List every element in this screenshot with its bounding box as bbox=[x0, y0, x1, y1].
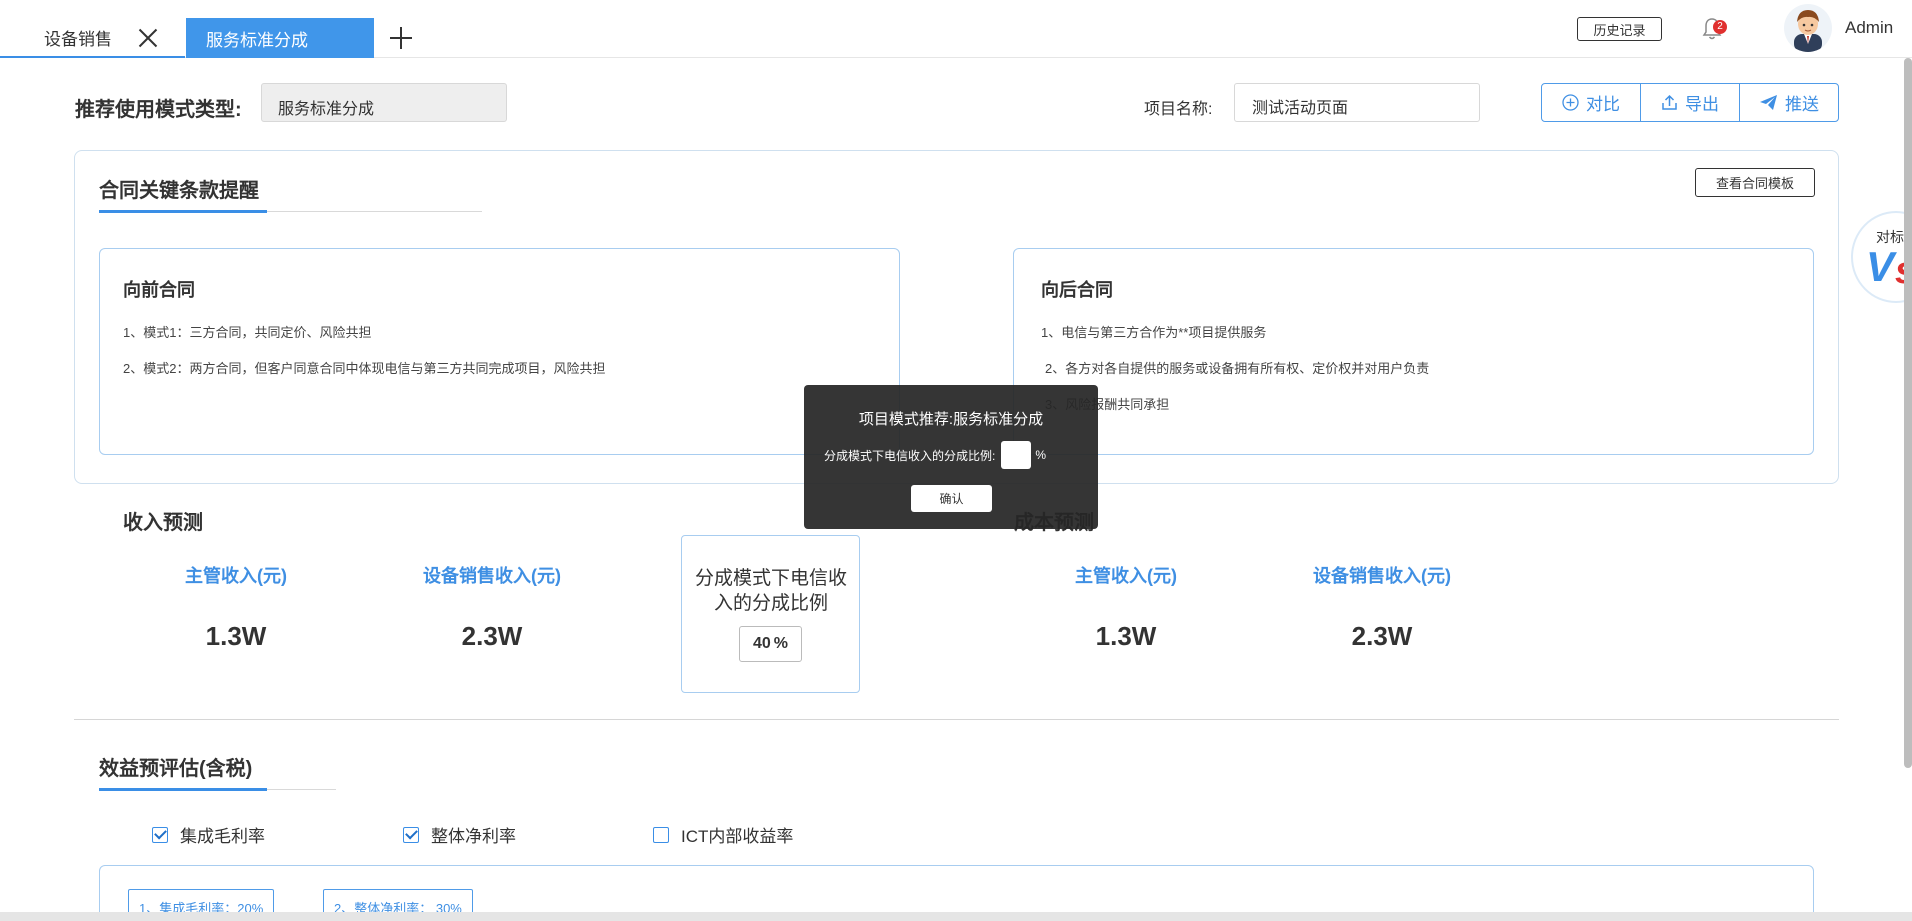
tab-service-share[interactable]: 服务标准分成 bbox=[186, 18, 374, 58]
dialog-ratio-unit: % bbox=[1035, 448, 1047, 462]
mode-type-label: 推荐使用模式类型: bbox=[75, 99, 242, 121]
notification-badge: 2 bbox=[1713, 20, 1727, 34]
checkbox-gross-margin[interactable]: 集成毛利率 bbox=[152, 822, 265, 847]
compare-label: 对比 bbox=[1586, 95, 1620, 114]
close-icon[interactable] bbox=[137, 27, 159, 49]
share-ratio-unit: % bbox=[773, 635, 789, 652]
dialog-title: 项目模式推荐:服务标准分成 bbox=[858, 411, 1044, 428]
avatar[interactable] bbox=[1784, 4, 1832, 52]
mode-recommend-dialog: 项目模式推荐:服务标准分成 分成模式下电信收入的分成比例: % 确认 bbox=[804, 385, 1098, 529]
cost-metric-value: 2.3W bbox=[1351, 621, 1413, 651]
view-template-button[interactable]: 查看合同模板 bbox=[1695, 168, 1815, 197]
forward-contract-title: 向前合同 bbox=[123, 280, 195, 300]
send-icon bbox=[1760, 95, 1777, 110]
cost-metric-value: 1.3W bbox=[1095, 621, 1157, 651]
forward-contract-box bbox=[99, 248, 900, 455]
export-icon bbox=[1662, 94, 1677, 110]
checkbox-label: 集成毛利率 bbox=[180, 827, 265, 846]
forward-contract-item: 2、模式2：两方合同，但客户同意合同中体现电信与第三方共同完成项目，风险共担 bbox=[123, 361, 606, 376]
dialog-ratio-input[interactable] bbox=[1001, 441, 1032, 469]
app-root: 设备销售 服务标准分成 历史记录 2 Admin 推荐使用模式类型: 服务标准分… bbox=[0, 0, 1912, 921]
dialog-ratio-row: 分成模式下电信收入的分成比例: % bbox=[824, 441, 1046, 469]
backward-contract-title: 向后合同 bbox=[1041, 280, 1113, 300]
push-label: 推送 bbox=[1785, 95, 1819, 114]
income-metric-value: 2.3W bbox=[461, 621, 523, 651]
share-ratio-value: 40 bbox=[752, 635, 771, 652]
close-icon[interactable] bbox=[518, 27, 540, 49]
share-ratio-value-box[interactable]: 40 % bbox=[739, 626, 802, 662]
tab-device-sales[interactable]: 设备销售 bbox=[0, 18, 185, 58]
history-button[interactable]: 历史记录 bbox=[1577, 17, 1662, 41]
horizontal-scrollbar[interactable] bbox=[0, 912, 1912, 921]
scrollbar[interactable] bbox=[1904, 58, 1912, 768]
checkbox-checked-icon[interactable] bbox=[403, 826, 419, 843]
backward-contract-item: 1、电信与第三方合作为**项目提供服务 bbox=[1041, 325, 1267, 340]
checkbox-unchecked-icon[interactable] bbox=[653, 826, 669, 843]
section-divider bbox=[74, 719, 1839, 720]
checkbox-label: 整体净利率 bbox=[431, 827, 516, 846]
push-button[interactable]: 推送 bbox=[1740, 84, 1838, 121]
project-name-label: 项目名称: bbox=[1144, 101, 1213, 118]
export-label: 导出 bbox=[1685, 95, 1719, 114]
vs-icon: V bbox=[1866, 243, 1895, 290]
checkbox-net-margin[interactable]: 整体净利率 bbox=[403, 822, 516, 847]
dialog-confirm-button[interactable]: 确认 bbox=[911, 485, 992, 512]
action-button-group: 对比 导出 推送 bbox=[1541, 83, 1839, 122]
share-ratio-title: 分成模式下电信收入的分成比例 bbox=[694, 568, 847, 614]
income-section-title: 收入预测 bbox=[123, 512, 203, 534]
compare-icon bbox=[1562, 94, 1579, 111]
income-metric-value: 1.3W bbox=[205, 621, 267, 651]
dialog-ratio-label: 分成模式下电信收入的分成比例: bbox=[824, 448, 996, 463]
tab-label: 服务标准分成 bbox=[206, 30, 308, 50]
mode-type-field: 服务标准分成 bbox=[261, 83, 507, 122]
compare-button[interactable]: 对比 bbox=[1542, 84, 1641, 121]
export-button[interactable]: 导出 bbox=[1641, 84, 1740, 121]
checkbox-label: ICT内部收益率 bbox=[681, 827, 794, 846]
forward-contract-item: 1、模式1：三方合同，共同定价、风险共担 bbox=[123, 325, 372, 340]
top-bar: 设备销售 服务标准分成 历史记录 2 Admin bbox=[0, 0, 1912, 58]
income-metric-label: 主管收入(元) bbox=[185, 566, 287, 586]
checkbox-checked-icon[interactable] bbox=[152, 826, 168, 843]
avatar-icon bbox=[1794, 10, 1822, 52]
contract-title-underline bbox=[99, 210, 482, 213]
contract-section-title: 合同关键条款提醒 bbox=[99, 180, 259, 202]
cost-metric-label: 主管收入(元) bbox=[1075, 566, 1177, 586]
income-metric-label: 设备销售收入(元) bbox=[423, 566, 561, 586]
checkbox-ict-irr[interactable]: ICT内部收益率 bbox=[653, 822, 793, 847]
share-ratio-card: 分成模式下电信收入的分成比例 40 % bbox=[681, 535, 860, 693]
benefit-title-underline bbox=[99, 788, 336, 791]
project-name-input[interactable]: 测试活动页面 bbox=[1234, 83, 1480, 122]
user-name[interactable]: Admin bbox=[1845, 18, 1893, 38]
backward-contract-item: 2、各方对各自提供的服务或设备拥有所有权、定价权并对用户负责 bbox=[1045, 361, 1430, 376]
benefit-section-title: 效益预评估(含税) bbox=[99, 758, 253, 780]
plus-icon[interactable] bbox=[389, 26, 413, 50]
cost-metric-label: 设备销售收入(元) bbox=[1313, 566, 1451, 586]
backward-contract-box bbox=[1013, 248, 1814, 455]
